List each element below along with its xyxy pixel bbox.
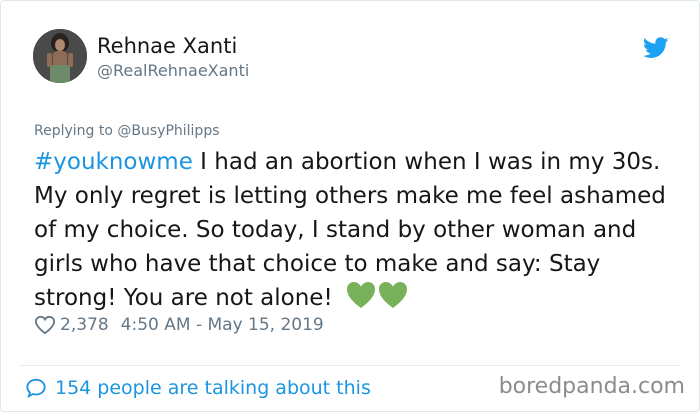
watermark: boredpanda.com <box>498 374 685 399</box>
avatar[interactable] <box>33 29 87 83</box>
profile-photo-icon <box>33 29 87 83</box>
talking-about-label: 154 people are talking about this <box>55 377 371 399</box>
author-name[interactable]: Rehnae Xanti <box>97 34 237 58</box>
replying-prefix: Replying to <box>34 123 118 139</box>
tweet-card: Rehnae Xanti @RealRehnaeXanti Replying t… <box>0 0 700 412</box>
green-heart-icon <box>347 282 407 308</box>
hashtag-link[interactable]: #youknowme <box>34 149 193 175</box>
reply-target-link[interactable]: @BusyPhilipps <box>117 123 219 139</box>
speech-bubble-icon <box>26 378 46 399</box>
tweet-text: #youknowme I had an abortion when I was … <box>34 145 674 319</box>
author-handle[interactable]: @RealRehnaeXanti <box>97 61 249 81</box>
talking-about-link[interactable]: 154 people are talking about this <box>25 375 371 401</box>
like-count: 2,378 <box>60 315 109 335</box>
tweet-meta: 2,378 4:50 AM - May 15, 2019 <box>34 313 324 337</box>
replying-to: Replying to @BusyPhilipps <box>34 122 220 140</box>
divider <box>19 365 681 366</box>
tweet-timestamp[interactable]: 4:50 AM - May 15, 2019 <box>121 313 324 337</box>
green-hearts-emoji <box>346 281 408 319</box>
like-heart-icon[interactable] <box>34 315 56 335</box>
twitter-bird-icon[interactable] <box>643 37 669 59</box>
